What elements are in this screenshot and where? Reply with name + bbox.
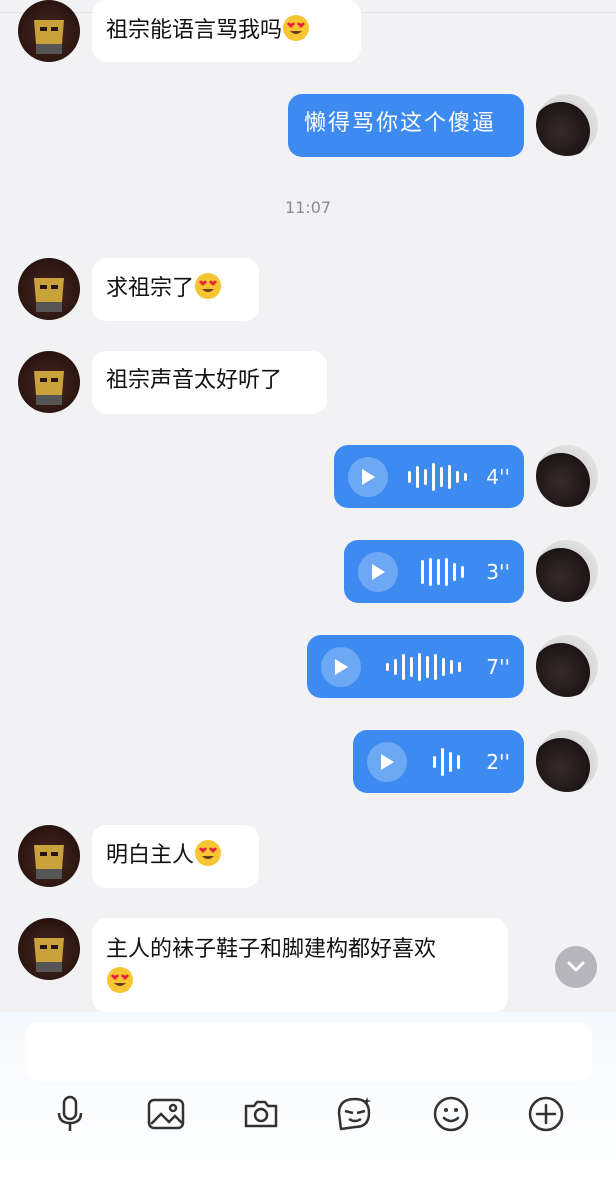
contact-avatar[interactable] (18, 825, 80, 887)
message-text: 懒得骂你这个傻逼 (304, 111, 497, 136)
my-avatar[interactable] (536, 635, 598, 697)
voice-waveform (388, 461, 486, 493)
message-bubble-incoming[interactable]: 祖宗声音太好听了 (92, 351, 327, 414)
emoji-icon[interactable] (431, 1094, 471, 1134)
heart-eyes-emoji-icon (195, 840, 222, 866)
chevron-down-icon (567, 961, 585, 972)
microphone-icon[interactable] (50, 1094, 90, 1134)
message-bubble-incoming[interactable]: 主人的袜子鞋子和脚建构都好喜欢 (92, 918, 508, 1012)
heart-eyes-emoji-icon (107, 967, 133, 993)
play-icon (335, 658, 348, 675)
my-avatar[interactable] (536, 445, 598, 507)
voice-duration: 3'' (486, 559, 510, 584)
voice-duration: 7'' (486, 654, 510, 679)
voice-waveform (361, 651, 486, 683)
message-bubble-outgoing[interactable]: 懒得骂你这个傻逼 (288, 94, 524, 157)
voice-message-bubble[interactable]: 3'' (344, 540, 524, 603)
voice-duration: 2'' (486, 749, 510, 774)
play-icon (362, 468, 375, 485)
message-bubble-incoming[interactable]: 明白主人 (92, 825, 259, 888)
my-avatar[interactable] (536, 540, 598, 602)
my-avatar[interactable] (536, 730, 598, 792)
message-text: 祖宗声音太好听了 (106, 368, 283, 393)
message-timestamp: 11:07 (284, 198, 332, 217)
voice-message-bubble[interactable]: 4'' (334, 445, 524, 508)
camera-icon[interactable] (241, 1094, 281, 1134)
image-icon[interactable] (146, 1094, 186, 1134)
voice-message-bubble[interactable]: 2'' (353, 730, 524, 793)
scroll-to-bottom-button[interactable] (555, 946, 597, 988)
message-bubble-incoming[interactable]: 求祖宗了 (92, 258, 259, 321)
message-text: 主人的袜子鞋子和脚建构都好喜欢 (106, 937, 437, 962)
message-text: 祖宗能语言骂我吗 (106, 18, 283, 43)
sticker-icon[interactable] (335, 1094, 375, 1134)
play-button[interactable] (321, 646, 361, 687)
message-text: 求祖宗了 (106, 276, 195, 301)
contact-avatar[interactable] (18, 0, 80, 62)
plus-icon[interactable] (526, 1094, 566, 1134)
play-button[interactable] (348, 456, 388, 497)
contact-avatar[interactable] (18, 351, 80, 413)
play-button[interactable] (358, 551, 398, 592)
voice-waveform (407, 746, 486, 778)
voice-duration: 4'' (486, 464, 510, 489)
message-input[interactable] (25, 1023, 592, 1081)
contact-avatar[interactable] (18, 918, 80, 980)
message-bubble-incoming[interactable]: 祖宗能语言骂我吗 (92, 0, 361, 62)
play-icon (372, 563, 385, 580)
contact-avatar[interactable] (18, 258, 80, 320)
my-avatar[interactable] (536, 94, 598, 156)
heart-eyes-emoji-icon (283, 15, 310, 41)
voice-message-bubble[interactable]: 7'' (307, 635, 524, 698)
play-button[interactable] (367, 741, 407, 782)
message-text: 明白主人 (106, 843, 195, 868)
heart-eyes-emoji-icon (195, 273, 222, 299)
play-icon (381, 753, 394, 770)
voice-waveform (398, 556, 486, 588)
